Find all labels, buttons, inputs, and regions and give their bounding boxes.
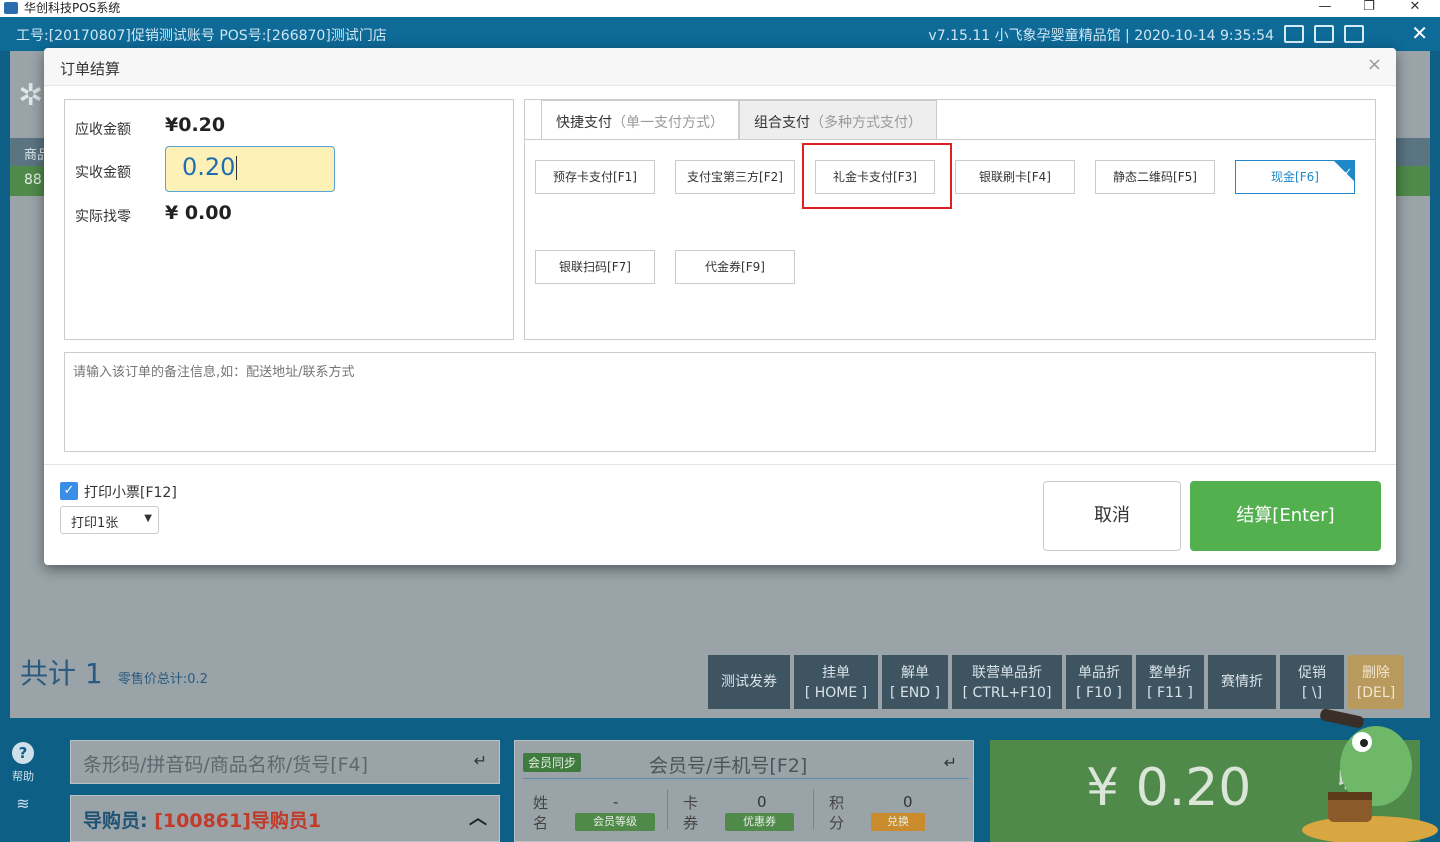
toolbar-joint-item-discount[interactable]: 联营单品折[ CTRL+F10]: [952, 655, 1062, 709]
member-level-badge: 会员等级: [575, 813, 655, 831]
print-receipt-checkbox[interactable]: ✓: [60, 482, 78, 500]
card-coupon-value: 0: [757, 793, 767, 811]
print-copies-value: 打印1张: [71, 516, 119, 531]
enter-icon: ↵: [473, 751, 487, 770]
os-titlebar: 华创科技POS系统 — ❐ ✕: [0, 0, 1440, 17]
help-icon: ?: [12, 742, 34, 764]
toolbar-item-discount[interactable]: 单品折[ F10 ]: [1066, 655, 1132, 709]
toolbar-hold-order[interactable]: 挂单[ HOME ]: [794, 655, 878, 709]
member-name-value: -: [613, 793, 619, 811]
app-logo-icon: ✲: [18, 78, 44, 113]
function-toolbar: 测试发券 挂单[ HOME ] 解单[ END ] 联营单品折[ CTRL+F1…: [708, 655, 1404, 709]
order-remark-input[interactable]: [64, 352, 1376, 452]
dialog-header: 订单结算 ×: [44, 48, 1396, 86]
toolbar-recall-order[interactable]: 解单[ END ]: [882, 655, 948, 709]
points-value: 0: [903, 793, 913, 811]
cancel-button[interactable]: 取消: [1043, 481, 1181, 551]
text-caret: [236, 156, 238, 180]
member-search-input[interactable]: 会员号/手机号[F2]: [649, 751, 807, 778]
card-coupon-label: 卡券: [683, 794, 699, 832]
guide-label: 导购员:: [83, 810, 148, 832]
print-copies-select[interactable]: 打印1张 ▼: [60, 506, 159, 534]
help-label: 帮助: [12, 770, 34, 783]
amount-panel: 应收金额 ¥0.20 实收金额 0.20 实际找零 ¥ 0.00: [64, 99, 514, 340]
divider: [667, 789, 668, 829]
received-label: 实收金额: [75, 165, 131, 181]
wifi-icon: ≋: [16, 794, 30, 813]
mascot-image: [1302, 708, 1438, 842]
minimize-button[interactable]: —: [1310, 0, 1340, 17]
pay-unionpay-scan-button[interactable]: 银联扫码[F7]: [535, 250, 655, 284]
divider: [523, 778, 969, 779]
toolbar-event-discount[interactable]: 赛情折: [1208, 655, 1276, 709]
enter-icon: ↵: [943, 753, 957, 772]
points-col: 积分 0 兑换: [819, 791, 959, 835]
order-total: 共计 1 零售价总计:0.2: [20, 652, 208, 692]
operator-info: 工号:[20170807]促销测试账号 POS号:[266870]测试门店: [16, 28, 387, 44]
received-value: 0.20: [182, 153, 236, 181]
card-coupon-col: 卡券 0 优惠券: [673, 791, 813, 835]
mail-icon[interactable]: [1284, 25, 1304, 43]
window-icon[interactable]: [1314, 25, 1334, 43]
coupon-badge[interactable]: 优惠券: [725, 813, 794, 831]
payment-panel: 快捷支付（单一支付方式） 组合支付（多种方式支付） 预存卡支付[F1] 支付宝第…: [524, 99, 1376, 340]
total-count: 共计 1: [20, 657, 103, 690]
pay-prepaid-card-button[interactable]: 预存卡支付[F1]: [535, 160, 655, 194]
toolbar-promotion[interactable]: 促销[ \]: [1280, 655, 1344, 709]
pay-cash-label: 现金[F6]: [1271, 170, 1319, 184]
member-name-col: 姓名 - 会员等级: [523, 791, 663, 835]
order-settlement-dialog: 订单结算 × 应收金额 ¥0.20 实收金额 0.20 实际找零 ¥ 0.00 …: [44, 48, 1396, 565]
dropdown-arrow-icon: ▼: [144, 513, 152, 524]
pay-unionpay-card-button[interactable]: 银联刷卡[F4]: [955, 160, 1075, 194]
app-close-icon[interactable]: ✕: [1411, 21, 1428, 45]
app-icon: [4, 2, 18, 14]
settle-button[interactable]: 结算[Enter]: [1190, 481, 1381, 551]
chevron-up-icon: ︿: [469, 808, 487, 829]
print-receipt-label: 打印小票[F12]: [84, 485, 177, 501]
due-value: ¥0.20: [165, 114, 226, 136]
toolbar-test-coupon[interactable]: 测试发券: [708, 655, 790, 709]
os-close-button[interactable]: ✕: [1400, 0, 1430, 17]
pay-static-qr-button[interactable]: 静态二维码[F5]: [1095, 160, 1215, 194]
redeem-badge[interactable]: 兑换: [871, 813, 925, 831]
pay-alipay-button[interactable]: 支付宝第三方[F2]: [675, 160, 795, 194]
grid-icon[interactable]: [1344, 25, 1364, 43]
tab-combined-pay[interactable]: 组合支付（多种方式支付）: [739, 100, 937, 139]
highlight-annotation: [802, 143, 952, 209]
restore-button[interactable]: ❐: [1354, 0, 1384, 17]
dialog-footer: ✓ 打印小票[F12] 打印1张 ▼ 取消 结算[Enter]: [44, 464, 1396, 565]
dialog-title: 订单结算: [60, 60, 121, 78]
check-icon: ✓: [1343, 167, 1352, 178]
shopping-guide-select[interactable]: 导购员: [100861]导购员1 ︿: [70, 795, 500, 842]
change-label: 实际找零: [75, 209, 131, 225]
due-label: 应收金额: [75, 122, 131, 138]
help-button[interactable]: ? 帮助 ≋: [10, 742, 36, 813]
os-window-title: 华创科技POS系统: [24, 1, 121, 15]
payment-tabs: 快捷支付（单一支付方式） 组合支付（多种方式支付）: [541, 100, 937, 139]
search-placeholder: 条形码/拼音码/商品名称/货号[F4]: [83, 754, 369, 776]
pay-cash-button[interactable]: 现金[F6] ✓: [1235, 160, 1355, 194]
member-name-label: 姓名: [533, 794, 549, 832]
app-header: 工号:[20170807]促销测试账号 POS号:[266870]测试门店 v7…: [0, 17, 1440, 51]
member-sync-button[interactable]: 会员同步: [523, 753, 582, 772]
change-value: ¥ 0.00: [165, 202, 232, 224]
pay-voucher-button[interactable]: 代金券[F9]: [675, 250, 795, 284]
divider: [813, 789, 814, 829]
toolbar-delete[interactable]: 删除 [DEL]: [1348, 655, 1404, 709]
member-panel: 会员同步 会员号/手机号[F2] ↵ 姓名 - 会员等级 卡券 0 优惠券 积分…: [514, 740, 974, 842]
store-info: v7.15.11 小飞象孕婴童精品馆 | 2020-10-14 9:35:54: [928, 28, 1274, 44]
dialog-close-icon[interactable]: ×: [1367, 54, 1382, 75]
toolbar-order-discount[interactable]: 整单折[ F11 ]: [1136, 655, 1204, 709]
amount-due: ¥ 0.20: [1086, 758, 1252, 818]
tab-quick-pay[interactable]: 快捷支付（单一支付方式）: [541, 100, 739, 139]
product-search-input[interactable]: 条形码/拼音码/商品名称/货号[F4] ↵: [70, 740, 500, 784]
total-retail: 零售价总计:0.2: [117, 672, 208, 687]
guide-value: [100861]导购员1: [154, 810, 322, 832]
received-amount-input[interactable]: 0.20: [165, 146, 335, 192]
points-label: 积分: [829, 794, 845, 832]
